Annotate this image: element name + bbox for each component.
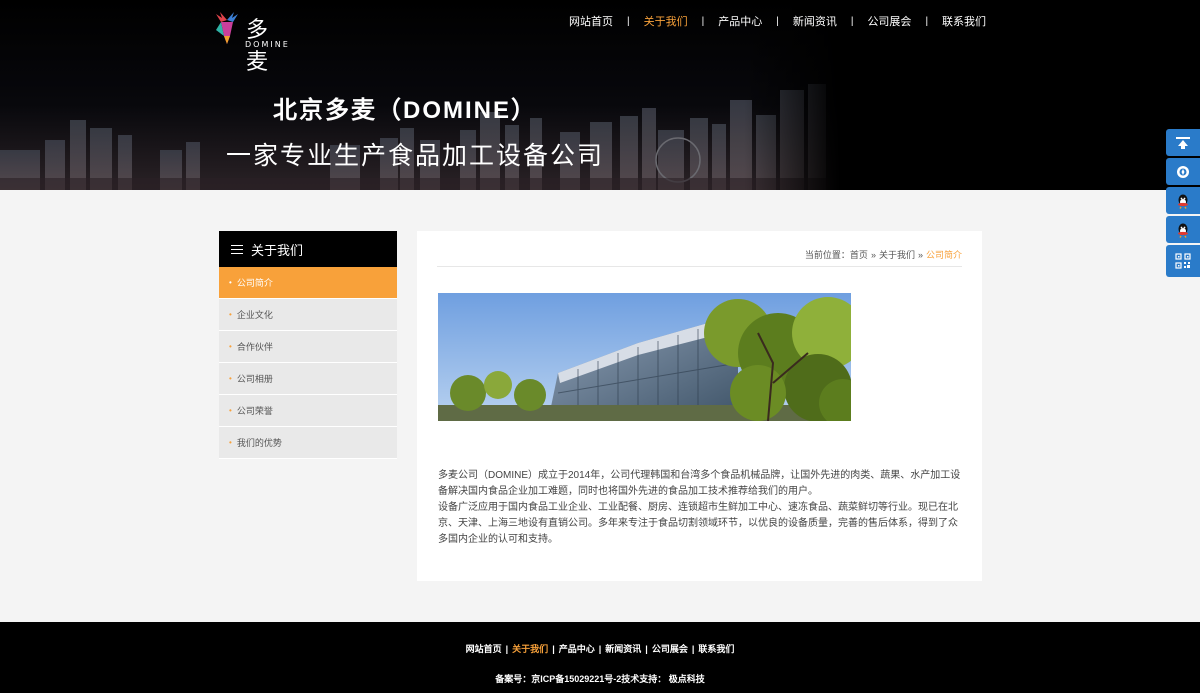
breadcrumb-current: 公司简介 xyxy=(925,250,962,260)
about-text: 多麦公司（DOMINE）成立于2014年，公司代理韩国和台湾多个食品机械品牌，让… xyxy=(438,468,963,548)
footer-nav-news[interactable]: 新闻资讯 xyxy=(605,644,641,654)
about-paragraph: 多麦公司（DOMINE）成立于2014年，公司代理韩国和台湾多个食品机械品牌，让… xyxy=(438,470,961,497)
footer-separator: | xyxy=(552,644,555,654)
footer-copyright: 备案号：京ICP备15029221号-2技术支持： 极点科技 xyxy=(495,674,705,684)
qr-code-button[interactable] xyxy=(1166,245,1200,277)
sidebar-title: 关于我们 xyxy=(251,242,304,258)
nav-item-about[interactable]: 关于我们 xyxy=(630,13,702,29)
footer-separator: | xyxy=(598,644,602,654)
sidebar-item-company-profile[interactable]: • 公司简介 xyxy=(219,267,397,299)
sidebar-item-culture[interactable]: • 企业文化 xyxy=(219,299,397,331)
nav-item-home[interactable]: 网站首页 xyxy=(555,13,627,29)
sidebar-header: 关于我们 xyxy=(219,231,397,267)
sidebar-item-advantages[interactable]: • 我们的优势 xyxy=(219,427,397,459)
footer-nav-contact[interactable]: 联系我们 xyxy=(698,644,734,654)
qq-contact-button-2[interactable] xyxy=(1166,216,1200,243)
site-logo[interactable]: 多麦 DOMINE xyxy=(212,10,290,75)
footer-nav-about[interactable]: 关于我们 xyxy=(512,644,548,654)
qr-code-icon xyxy=(1175,253,1191,269)
breadcrumb-prefix: 当前位置： xyxy=(804,250,850,260)
breadcrumb-arrow: » xyxy=(917,250,923,260)
qq-icon xyxy=(1178,223,1188,238)
main-nav: 网站首页 | 关于我们 | 产品中心 | 新闻资讯 | 公司展会 | 联系我们 xyxy=(555,12,1000,30)
chat-icon xyxy=(1177,165,1189,178)
footer-nav: 网站首页 | 关于我们 | 产品中心 | 新闻资讯 | 公司展会 | 联系我们 xyxy=(0,642,1200,655)
back-to-top-button[interactable] xyxy=(1166,129,1200,156)
footer-separator: | xyxy=(505,644,509,654)
sidebar-item-label: 公司简介 xyxy=(236,278,273,288)
footer-nav-home[interactable]: 网站首页 xyxy=(466,644,502,654)
banner-subtitle: 一家专业生产食品加工设备公司 xyxy=(226,142,605,170)
qq-contact-button[interactable] xyxy=(1166,187,1200,214)
online-chat-button[interactable] xyxy=(1166,158,1200,185)
logo-subtext: DOMINE xyxy=(245,40,290,49)
footer-nav-exhibitions[interactable]: 公司展会 xyxy=(652,644,688,654)
sidebar-item-label: 公司相册 xyxy=(236,374,273,384)
breadcrumb: 当前位置：首页» 关于我们» 公司简介 xyxy=(805,248,962,261)
bullet-icon: • xyxy=(229,342,232,351)
breadcrumb-home[interactable]: 首页 xyxy=(850,250,868,260)
floating-toolbar xyxy=(1166,129,1200,279)
sidebar-item-label: 我们的优势 xyxy=(236,438,282,448)
company-building-photo xyxy=(438,293,851,421)
footer-separator: | xyxy=(691,644,695,654)
banner-title: 北京多麦（DOMINE） xyxy=(273,97,537,124)
breadcrumb-section[interactable]: 关于我们 xyxy=(879,250,915,260)
bullet-icon: • xyxy=(229,278,232,287)
footer-nav-products[interactable]: 产品中心 xyxy=(559,644,595,654)
back-to-top-icon xyxy=(1176,136,1190,149)
bullet-icon: • xyxy=(229,374,232,383)
nav-item-contact[interactable]: 联系我们 xyxy=(928,13,1000,29)
menu-icon xyxy=(231,244,243,254)
footer: 网站首页 | 关于我们 | 产品中心 | 新闻资讯 | 公司展会 | 联系我们 备案号：京ICP备1… xyxy=(0,622,1200,693)
nav-item-exhibitions[interactable]: 公司展会 xyxy=(853,13,925,29)
sidebar-item-album[interactable]: • 公司相册 xyxy=(219,363,397,395)
bullet-icon: • xyxy=(229,438,232,447)
bullet-icon: • xyxy=(229,310,232,319)
sidebar-item-label: 合作伙伴 xyxy=(236,342,273,352)
bullet-icon: • xyxy=(229,406,232,415)
deer-logo-icon xyxy=(216,12,238,44)
sidebar-item-partners[interactable]: • 合作伙伴 xyxy=(219,331,397,363)
nav-item-products[interactable]: 产品中心 xyxy=(704,13,776,29)
divider xyxy=(437,266,962,267)
sidebar-item-label: 企业文化 xyxy=(236,310,273,320)
content-panel: 当前位置：首页» 关于我们» 公司简介 多麦公司（DOMINE）成立于2014年… xyxy=(417,231,982,581)
about-paragraph: 设备广泛应用于国内食品工业企业、工业配餐、厨房、连锁超市生鲜加工中心、速冻食品、… xyxy=(438,502,958,545)
footer-separator: | xyxy=(645,644,648,654)
header: 多麦 DOMINE 网站首页 | 关于我们 | 产品中心 | 新闻资讯 | 公司… xyxy=(0,0,1200,190)
nav-item-news[interactable]: 新闻资讯 xyxy=(779,13,851,29)
sidebar-item-honors[interactable]: • 公司荣誉 xyxy=(219,395,397,427)
qq-icon xyxy=(1178,194,1188,209)
sidebar: 关于我们 • 公司简介 • 企业文化 • 合作伙伴 • 公司相册 • 公司荣誉 … xyxy=(219,231,397,459)
breadcrumb-arrow: » xyxy=(870,250,876,260)
sidebar-item-label: 公司荣誉 xyxy=(236,406,273,416)
